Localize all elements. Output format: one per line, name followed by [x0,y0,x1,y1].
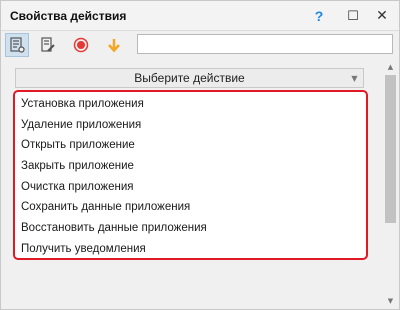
vertical-scrollbar[interactable]: ▲ ▼ [382,59,399,309]
help-button[interactable]: ? [309,6,329,26]
action-select-value: Выберите действие [134,71,245,85]
window-title: Свойства действия [10,9,127,23]
edit-button[interactable] [36,33,60,57]
list-item[interactable]: Открыть приложение [15,135,366,156]
action-options-list: Установка приложения Удаление приложения… [13,90,368,260]
move-down-button[interactable] [102,33,126,57]
list-item[interactable]: Восстановить данные приложения [15,218,366,239]
scroll-thumb[interactable] [385,75,396,223]
chevron-down-icon: ▼ [351,73,358,83]
properties-icon [10,37,25,53]
list-item[interactable]: Установка приложения [15,94,366,115]
search-input[interactable] [137,34,393,54]
title-bar: Свойства действия ? ☐ ✕ [1,1,399,31]
edit-icon [41,37,55,52]
properties-button[interactable] [5,33,29,57]
record-button[interactable] [69,33,93,57]
list-item[interactable]: Получить уведомления [15,239,366,260]
list-item[interactable]: Удаление приложения [15,115,366,136]
close-button[interactable]: ✕ [372,6,392,26]
list-item[interactable]: Очистка приложения [15,177,366,198]
toolbar [1,31,399,59]
action-select[interactable]: Выберите действие ▼ [15,68,364,88]
list-item[interactable]: Закрыть приложение [15,156,366,177]
maximize-button[interactable]: ☐ [343,6,363,26]
record-icon [73,37,89,53]
list-item[interactable]: Сохранить данные приложения [15,197,366,218]
action-properties-window: Свойства действия ? ☐ ✕ Выберите действи… [0,0,400,310]
properties-panel: Выберите действие ▼ Установка приложения… [1,59,399,309]
scroll-up-icon[interactable]: ▲ [382,59,399,75]
arrow-down-icon [108,39,120,53]
scroll-down-icon[interactable]: ▼ [382,293,399,309]
